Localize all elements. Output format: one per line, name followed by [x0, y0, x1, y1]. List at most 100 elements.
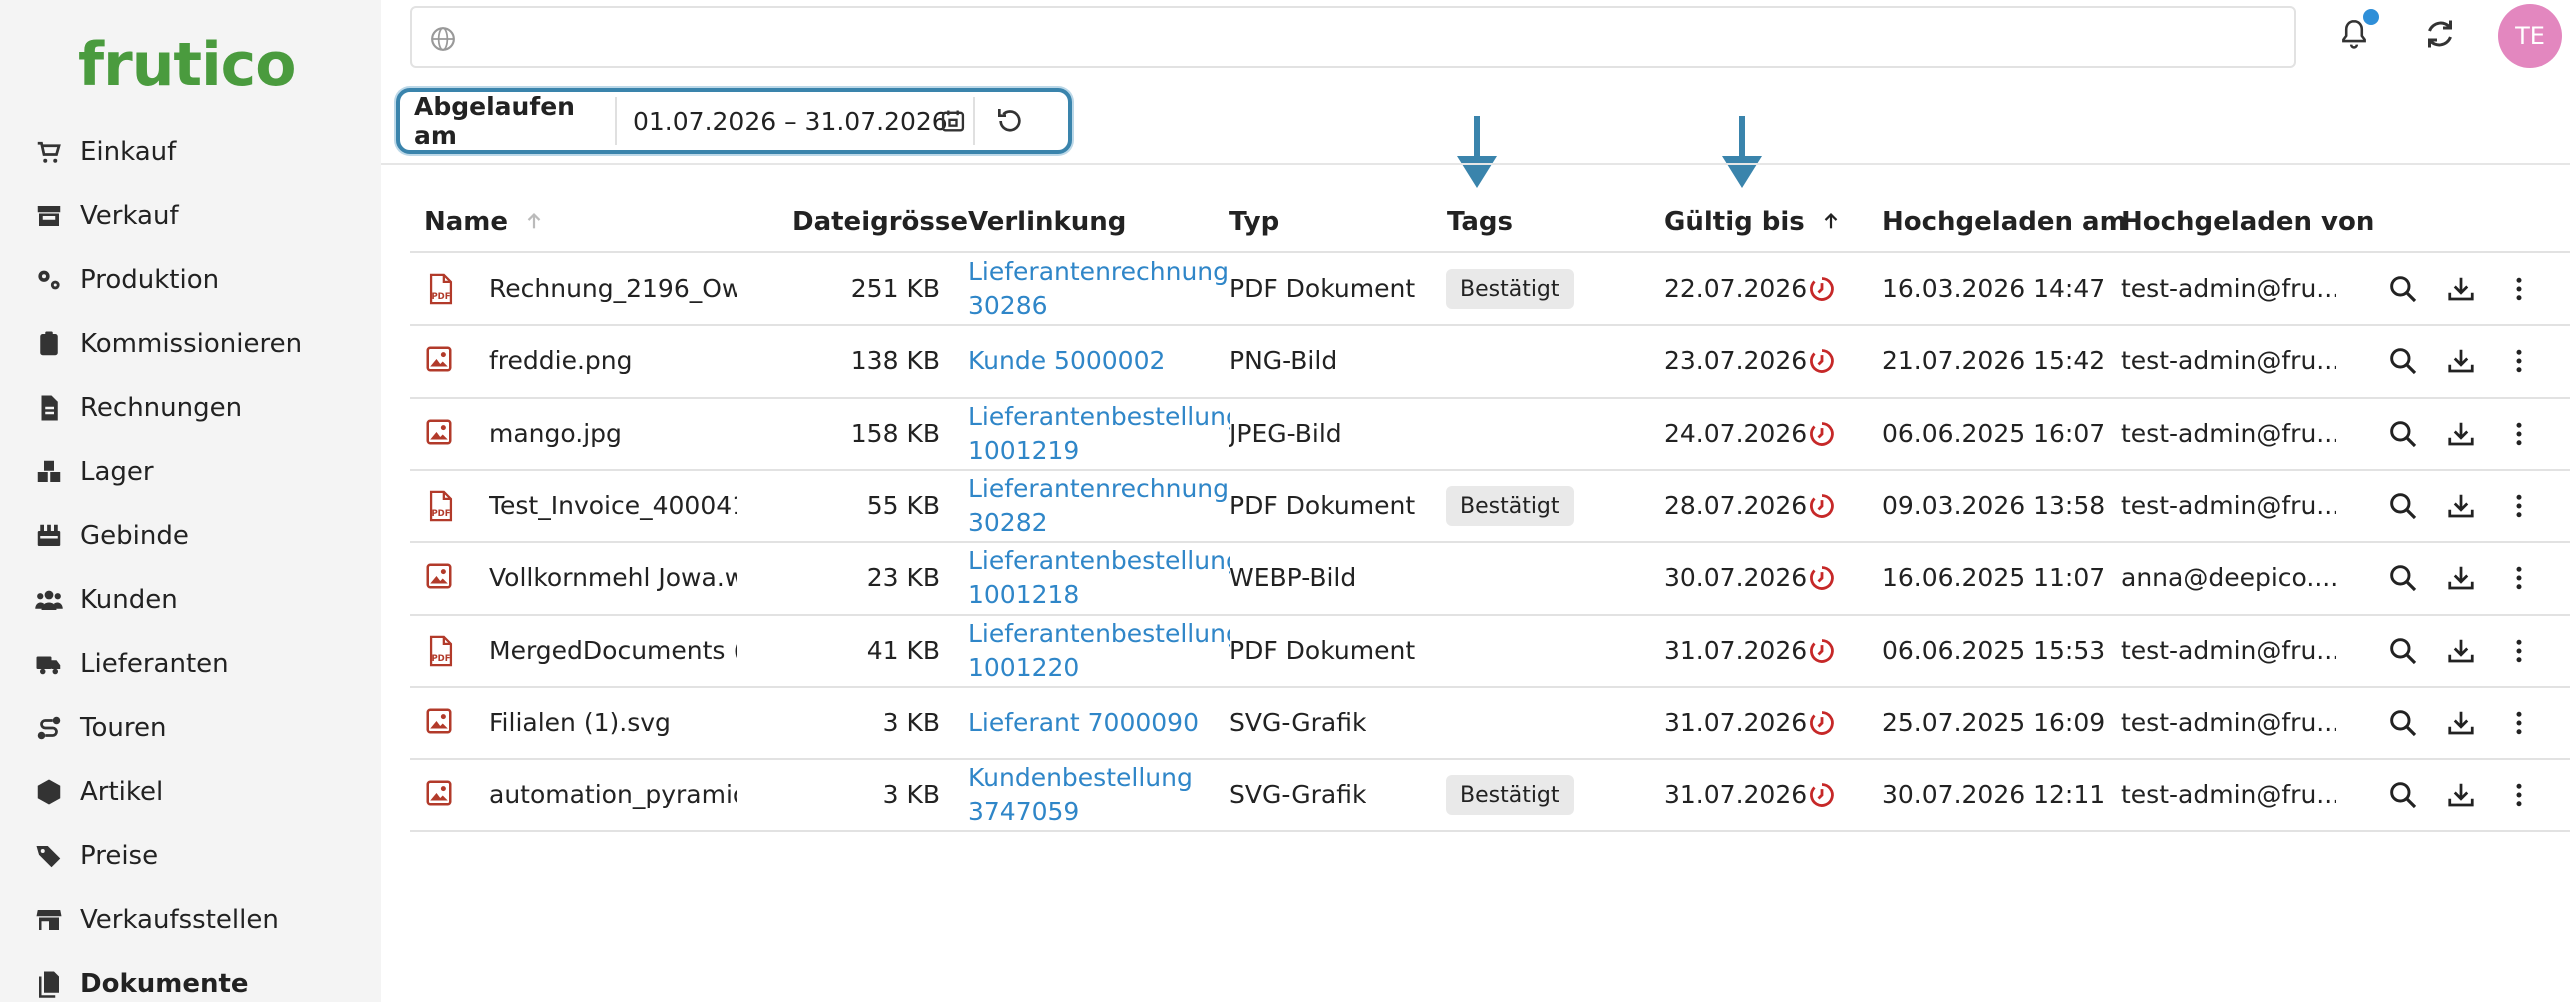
file-name[interactable]: mango.jpg — [489, 419, 737, 448]
sidebar-item-label: Touren — [80, 713, 167, 743]
record-link-type: Lieferant 7000090 — [968, 707, 1199, 737]
search-icon[interactable] — [2385, 633, 2421, 669]
col-header-uploaded-at[interactable]: Hochgeladen am — [1882, 207, 2127, 237]
sidebar-item-gebinde[interactable]: Gebinde — [0, 506, 381, 566]
col-header-link[interactable]: Verlinkung — [968, 207, 1126, 237]
record-link[interactable]: Kundenbestellung 3747059 — [968, 761, 1230, 829]
file-name[interactable]: automation_pyramid — [489, 780, 737, 809]
search-icon[interactable] — [2385, 777, 2421, 813]
record-link[interactable]: Lieferantenrechnung 30286 — [968, 255, 1230, 323]
download-icon[interactable] — [2443, 488, 2479, 524]
hexagon-icon — [34, 777, 64, 807]
timer-icon — [1808, 564, 1836, 592]
more-options-icon[interactable] — [2501, 705, 2537, 741]
sidebar-item-label: Preise — [80, 841, 159, 871]
more-options-icon[interactable] — [2501, 271, 2537, 307]
sidebar-item-dokumente[interactable]: Dokumente — [0, 954, 381, 1002]
file-name[interactable]: Vollkornmehl Jowa.w — [489, 563, 737, 592]
sidebar-item-einkauf[interactable]: Einkauf — [0, 122, 381, 182]
sidebar-item-produktion[interactable]: Produktion — [0, 250, 381, 310]
sidebar-item-verkaufsstellen[interactable]: Verkaufsstellen — [0, 890, 381, 950]
record-link[interactable]: Kunde 5000002 — [968, 344, 1230, 378]
uploaded-by: test-admin@fru... — [2121, 707, 2336, 737]
record-link[interactable]: Lieferant 7000090 — [968, 706, 1230, 740]
sidebar-item-rechnungen[interactable]: Rechnungen — [0, 378, 381, 438]
col-header-size[interactable]: Dateigrösse — [792, 207, 968, 237]
more-options-icon[interactable] — [2501, 777, 2537, 813]
sidebar-item-lager[interactable]: Lager — [0, 442, 381, 502]
record-link-type: Lieferantenbestellung — [968, 618, 1230, 648]
search-icon[interactable] — [2385, 488, 2421, 524]
more-options-icon[interactable] — [2501, 560, 2537, 596]
col-header-name[interactable]: Name — [424, 207, 545, 237]
reset-filter-icon[interactable] — [975, 105, 1045, 137]
file-name[interactable]: Test_Invoice_400041 — [489, 491, 737, 520]
search-icon[interactable] — [2385, 416, 2421, 452]
col-header-tags[interactable]: Tags — [1447, 207, 1513, 237]
sidebar-item-artikel[interactable]: Artikel — [0, 762, 381, 822]
download-icon[interactable] — [2443, 271, 2479, 307]
uploaded-by: test-admin@fru... — [2121, 274, 2336, 304]
app-logo[interactable]: frutico — [78, 30, 296, 100]
file-size: 251 KB — [850, 274, 940, 304]
calendar-icon[interactable] — [933, 107, 973, 135]
file-size: 3 KB — [882, 780, 940, 810]
download-icon[interactable] — [2443, 777, 2479, 813]
more-options-icon[interactable] — [2501, 343, 2537, 379]
valid-until-date: 28.07.2026 — [1664, 491, 1808, 521]
record-link[interactable]: Lieferantenbestellung 1001220 — [968, 617, 1230, 685]
user-avatar[interactable]: TE — [2498, 4, 2562, 68]
col-header-uploaded-by[interactable]: Hochgeladen von — [2121, 207, 2374, 237]
expiry-date-filter[interactable]: Abgelaufen am 01.07.2026 – 31.07.2026 — [396, 88, 1072, 154]
uploaded-by: anna@deepico.... — [2121, 563, 2336, 593]
download-icon[interactable] — [2443, 416, 2479, 452]
file-name[interactable]: freddie.png — [489, 346, 737, 375]
file-type: SVG-Grafik — [1229, 707, 1367, 737]
file-name[interactable]: Filialen (1).svg — [489, 708, 737, 737]
search-icon[interactable] — [2385, 705, 2421, 741]
col-header-valid[interactable]: Gültig bis — [1664, 207, 1842, 237]
record-link-number: 1001218 — [968, 580, 1080, 610]
sidebar-item-preise[interactable]: Preise — [0, 826, 381, 886]
record-link[interactable]: Lieferantenbestellung 1001218 — [968, 544, 1230, 612]
file-type: PDF Dokument — [1229, 491, 1416, 521]
search-bar[interactable] — [410, 6, 2296, 68]
record-link[interactable]: Lieferantenrechnung 30282 — [968, 472, 1230, 540]
download-icon[interactable] — [2443, 343, 2479, 379]
more-options-icon[interactable] — [2501, 633, 2537, 669]
tags-icon — [34, 841, 64, 871]
sidebar-item-touren[interactable]: Touren — [0, 698, 381, 758]
sidebar-item-kunden[interactable]: Kunden — [0, 570, 381, 630]
row-divider — [410, 324, 2570, 327]
file-size: 138 KB — [850, 346, 940, 376]
search-icon[interactable] — [2385, 271, 2421, 307]
timer-icon — [1808, 492, 1836, 520]
file-name[interactable]: Rechnung_2196_Owi — [489, 274, 737, 303]
svg-text:PDF: PDF — [431, 292, 450, 302]
date-range-input[interactable]: 01.07.2026 – 31.07.2026 — [617, 107, 948, 136]
file-name[interactable]: MergedDocuments (5 — [489, 636, 737, 665]
gears-icon — [34, 265, 64, 295]
globe-icon — [430, 26, 456, 56]
timer-icon — [1808, 781, 1836, 809]
download-icon[interactable] — [2443, 560, 2479, 596]
notification-badge — [2360, 6, 2382, 28]
more-options-icon[interactable] — [2501, 488, 2537, 524]
refresh-icon[interactable] — [2420, 14, 2460, 54]
search-icon[interactable] — [2385, 560, 2421, 596]
sidebar-item-lieferanten[interactable]: Lieferanten — [0, 634, 381, 694]
image-file-icon — [424, 561, 458, 595]
uploaded-by: test-admin@fru... — [2121, 635, 2336, 665]
more-options-icon[interactable] — [2501, 416, 2537, 452]
status-tag: Bestätigt — [1446, 486, 1574, 527]
download-icon[interactable] — [2443, 633, 2479, 669]
download-icon[interactable] — [2443, 705, 2479, 741]
sidebar-item-kommissionieren[interactable]: Kommissionieren — [0, 314, 381, 374]
col-header-type[interactable]: Typ — [1229, 207, 1279, 237]
sidebar-item-label: Lieferanten — [80, 649, 229, 679]
sidebar-item-verkauf[interactable]: Verkauf — [0, 186, 381, 246]
record-link[interactable]: Lieferantenbestellung 1001219 — [968, 400, 1230, 468]
timer-icon — [1808, 420, 1836, 448]
search-icon[interactable] — [2385, 343, 2421, 379]
route-icon — [34, 713, 64, 743]
